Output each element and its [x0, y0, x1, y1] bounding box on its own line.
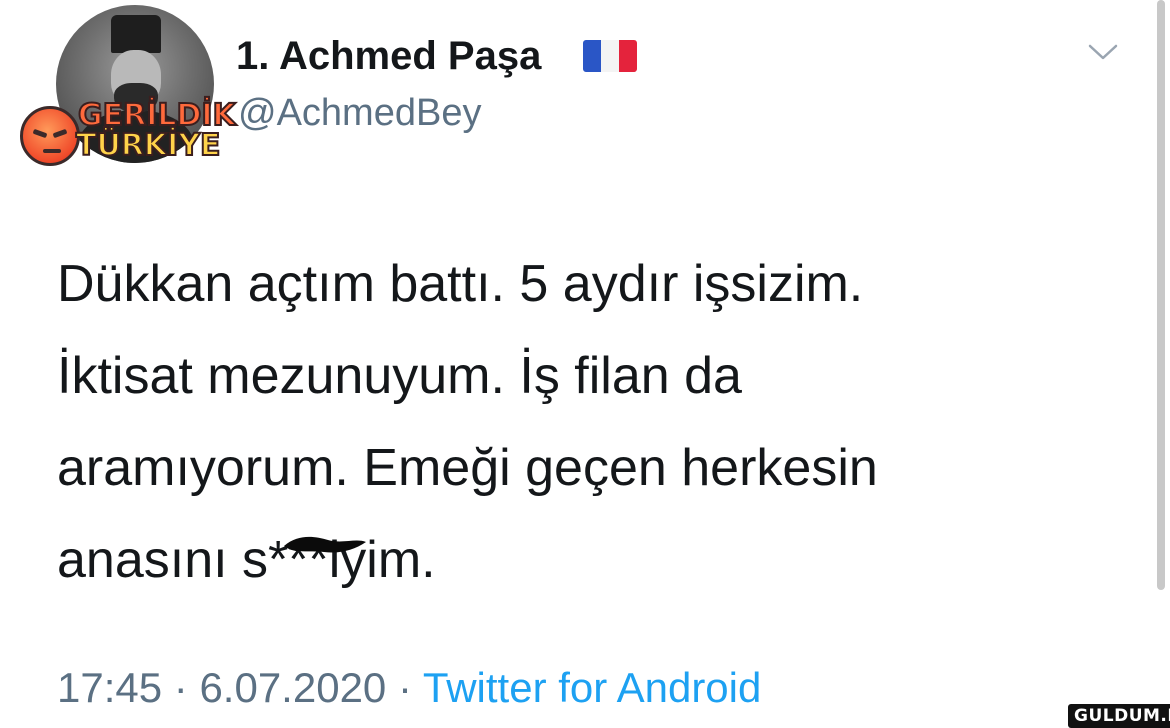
- tweet-text-line: İktisat mezunuyum. İş filan da: [57, 347, 742, 405]
- meta-separator: ·: [386, 664, 423, 711]
- corner-watermark: GULDUM.NET: [1068, 704, 1170, 728]
- tweet-time[interactable]: 17:45: [57, 664, 162, 711]
- tweet-date[interactable]: 6.07.2020: [199, 664, 386, 711]
- meta-separator: ·: [162, 664, 200, 711]
- overlay-watermark: GERİLDİK TÜRKİYE: [18, 97, 238, 170]
- tweet-meta: 17:45 · 6.07.2020 · Twitter for Android: [57, 664, 761, 712]
- tweet-text-line: aramıyorum. Emeği geçen herkesin: [57, 439, 878, 497]
- angry-face-icon: [20, 106, 80, 166]
- scrollbar[interactable]: [1157, 0, 1165, 590]
- censor-scribble: [284, 536, 366, 553]
- author-display-name[interactable]: 1. Achmed Paşa: [236, 34, 541, 79]
- chevron-down-icon[interactable]: [1088, 42, 1118, 62]
- tweet-text-line: Dükkan açtım battı. 5 aydır işsizim.: [57, 255, 864, 313]
- avatar-fez-shape: [111, 15, 161, 53]
- watermark-line2: TÜRKİYE: [75, 127, 222, 164]
- tweet-text-line: anasını s***iyim.: [57, 531, 436, 589]
- tweet-text: Dükkan açtım battı. 5 aydır işsizim. İkt…: [57, 238, 1057, 606]
- tweet-source-link[interactable]: Twitter for Android: [423, 664, 761, 711]
- author-handle[interactable]: @AchmedBey: [238, 92, 481, 135]
- france-flag-icon: [583, 40, 637, 72]
